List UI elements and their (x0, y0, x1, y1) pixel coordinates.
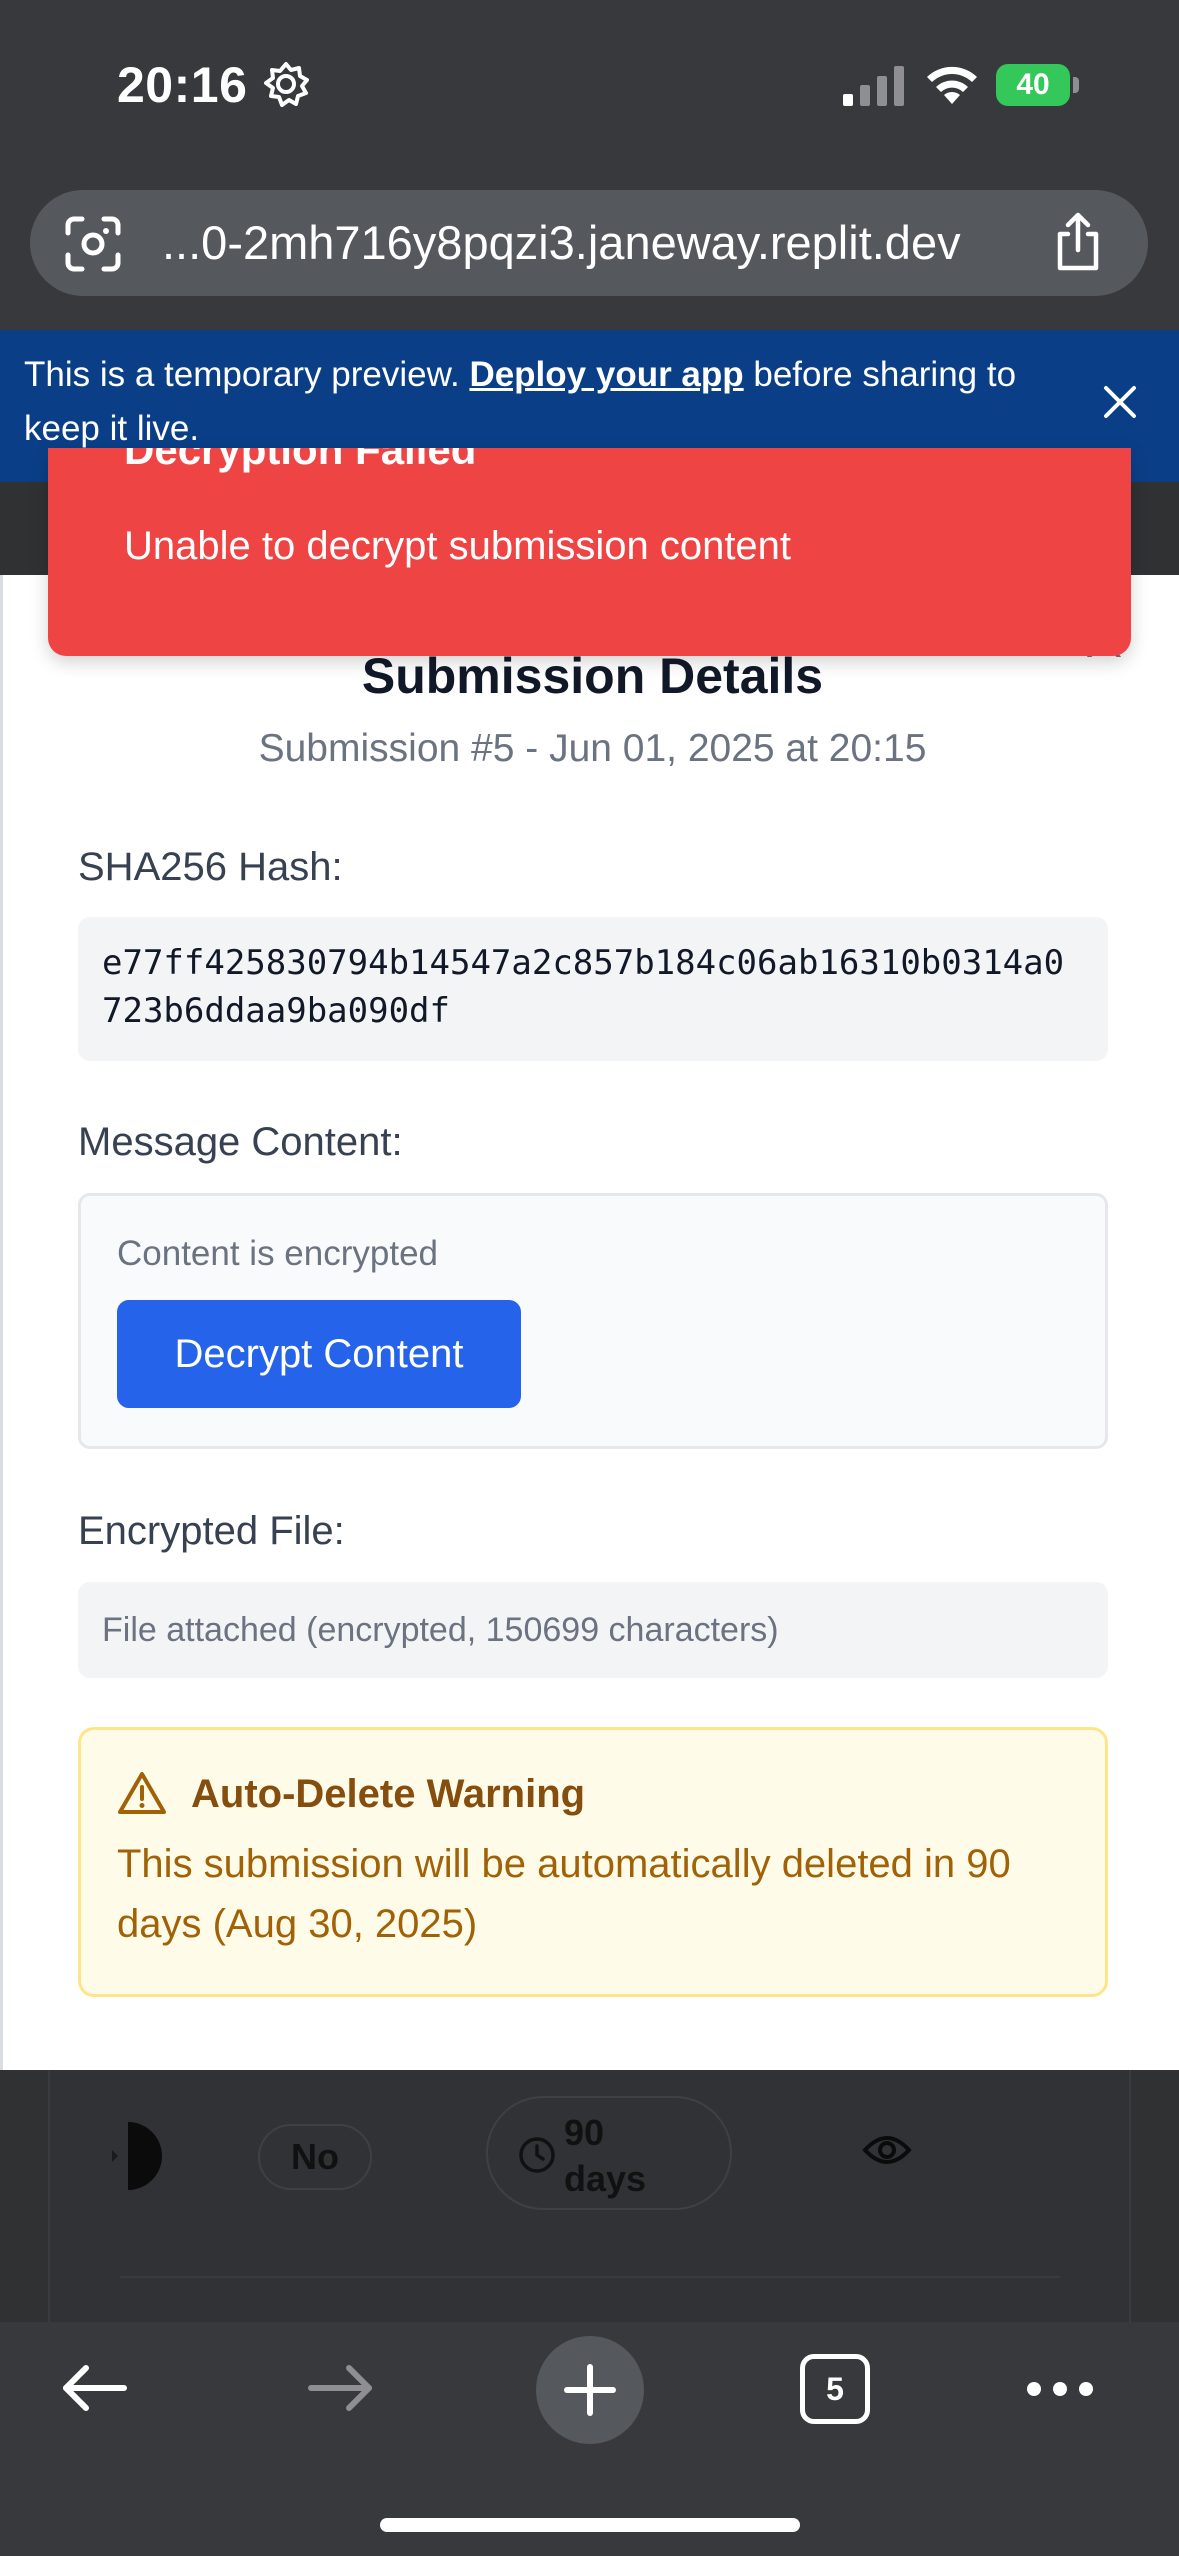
share-icon[interactable] (1050, 212, 1106, 272)
auto-delete-warning: Auto-Delete Warning This submission will… (78, 1727, 1108, 1997)
deploy-link[interactable]: Deploy your app (469, 355, 743, 394)
clock-icon (519, 2137, 555, 2173)
toast-message: Unable to decrypt submission content (124, 524, 792, 568)
retention-text: 90 days (564, 2110, 684, 2202)
eye-icon[interactable] (862, 2132, 912, 2168)
submission-details-modal: Submission Details Submission #5 - Jun 0… (0, 575, 1179, 2070)
new-tab-button[interactable] (536, 2336, 644, 2444)
plus-icon (564, 2364, 616, 2416)
decrypt-content-button[interactable]: Decrypt Content (117, 1300, 521, 1408)
warning-icon (118, 1772, 166, 1814)
error-toast[interactable]: Decryption Failed Unable to decrypt subm… (48, 448, 1131, 656)
encrypted-file-label: Encrypted File: (78, 1509, 345, 1553)
status-pill: No (258, 2124, 372, 2190)
avatar (112, 2122, 162, 2190)
toast-title: Decryption Failed (124, 448, 477, 473)
url-bar[interactable]: ...0-2mh716y8pqzi3.janeway.replit.dev (30, 190, 1148, 296)
wifi-icon (927, 66, 977, 104)
message-content-box: Content is encrypted Decrypt Content (78, 1193, 1108, 1449)
forward-arrow-icon[interactable] (305, 2358, 377, 2418)
gear-icon (264, 62, 309, 107)
encrypted-note: Content is encrypted (117, 1234, 439, 1273)
scan-icon[interactable] (64, 215, 122, 273)
file-info: File attached (encrypted, 150699 charact… (78, 1582, 1108, 1678)
warning-text: This submission will be automatically de… (117, 1842, 1011, 1946)
close-icon[interactable] (1098, 380, 1142, 424)
modal-subtitle: Submission #5 - Jun 01, 2025 at 20:15 (258, 727, 927, 770)
preview-text-before: This is a temporary preview. (24, 355, 470, 394)
more-icon[interactable] (1024, 2374, 1096, 2404)
battery-charging-icon: 40 (996, 64, 1080, 106)
status-time: 20:16 (117, 57, 248, 113)
battery-level: 40 (1016, 68, 1050, 101)
home-indicator (380, 2518, 800, 2532)
hash-value[interactable]: e77ff425830794b14547a2c857b184c06ab16310… (78, 917, 1108, 1061)
divider (120, 2276, 1060, 2278)
retention-days-unit: days (564, 2158, 647, 2199)
warning-title: Auto-Delete Warning (191, 1772, 586, 1816)
battery-nub (1073, 77, 1079, 93)
url-text[interactable]: ...0-2mh716y8pqzi3.janeway.replit.dev (162, 215, 1062, 271)
preview-text: This is a temporary preview. Deploy your… (24, 348, 1074, 456)
retention-days-number: 90 (564, 2112, 605, 2153)
back-arrow-icon[interactable] (58, 2358, 130, 2418)
tabs-icon[interactable]: 5 (800, 2354, 870, 2424)
status-bar: 20:16 40 (0, 0, 1179, 170)
hash-label: SHA256 Hash: (78, 845, 343, 889)
retention-pill: 90 days (486, 2096, 732, 2210)
cellular-signal-icon (843, 66, 904, 106)
message-content-label: Message Content: (78, 1120, 403, 1164)
